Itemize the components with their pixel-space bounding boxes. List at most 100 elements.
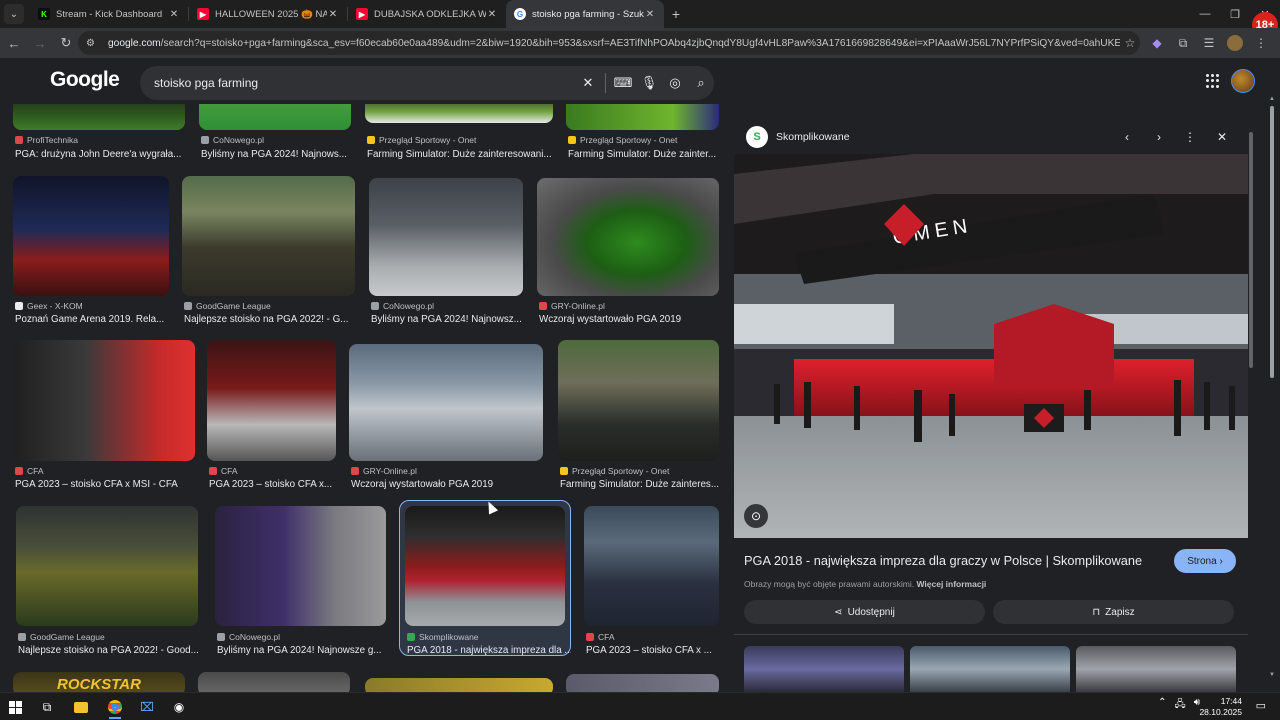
page-scrollbar[interactable]: ▲ ▼ [1268,96,1276,682]
tab-search-button[interactable]: ⌄ [4,4,24,24]
tab-youtube-dubajska[interactable]: ▶ DUBAJSKA ODKLEJKA WERSOW ✕ [348,0,506,28]
tab-google-search[interactable]: G stoisko pga farming - Szukaj w ✕ [506,0,664,28]
result-caption[interactable]: Najlepsze stoisko na PGA 2022! - Good... [18,645,200,656]
result-thumbnail[interactable]: ROCKSTAR [13,672,185,692]
address-bar[interactable]: ⚙ google.com/search?q=stoisko+pga+farmin… [78,31,1140,55]
result-caption[interactable]: PGA 2023 – stoisko CFA x MSI - CFA [15,479,197,490]
result-thumbnail[interactable] [13,176,169,296]
result-thumbnail[interactable] [215,506,386,626]
lens-search-icon[interactable]: ⊙ [744,504,768,528]
result-thumbnail[interactable] [349,344,543,461]
related-image[interactable] [910,646,1070,692]
taskbar-clock[interactable]: 17:44 28.10.2025 [1199,696,1242,718]
result-thumbnail[interactable] [207,340,336,461]
result-thumbnail[interactable] [16,506,198,626]
previous-icon[interactable]: ‹ [1117,127,1137,147]
result-caption[interactable]: Wczoraj wystartowało PGA 2019 [539,314,721,325]
scrollbar-thumb[interactable] [1270,106,1274,378]
extension-icon[interactable]: ◆ [1146,31,1168,55]
windows-start-icon[interactable] [4,697,26,717]
back-button[interactable]: ← [2,31,26,55]
profile-avatar[interactable] [1224,31,1246,55]
close-icon[interactable]: ✕ [327,9,339,20]
chrome-icon[interactable] [104,697,126,719]
reload-button[interactable]: ↻ [54,31,78,55]
browser-menu-icon[interactable]: ⋮ [1250,31,1272,55]
bookmark-star-icon[interactable]: ☆ [1120,36,1140,50]
task-view-icon[interactable]: ⧉ [36,697,58,717]
result-caption[interactable]: Byliśmy na PGA 2024! Najnowsze g... [217,645,388,656]
result-thumbnail[interactable] [182,176,355,296]
forward-button[interactable]: → [28,31,52,55]
obs-icon[interactable]: ◉ [168,697,190,717]
google-account-avatar[interactable] [1231,69,1255,93]
panel-scrollbar[interactable] [1249,132,1253,368]
network-icon[interactable]: 🖧︎ [1175,697,1186,714]
save-button[interactable]: ⊓ Zapisz [993,600,1234,624]
search-icon[interactable]: ⌕ [688,75,714,91]
close-icon[interactable]: ✕ [486,9,498,20]
reading-list-icon[interactable]: ☰ [1198,31,1220,55]
microphone-icon[interactable]: 🎙︎ [636,75,662,91]
site-info-icon[interactable]: ⚙ [86,38,100,49]
result-caption[interactable]: Byliśmy na PGA 2024! Najnows... [201,149,353,160]
result-thumbnail[interactable] [13,104,185,130]
share-button[interactable]: ⋖ Udostępnij [744,600,985,624]
result-thumbnail[interactable] [365,104,553,123]
search-input[interactable]: stoisko pga farming [154,76,575,90]
result-thumbnail[interactable] [537,178,719,296]
result-caption[interactable]: Byliśmy na PGA 2024! Najnowsz... [371,314,525,325]
more-options-icon[interactable]: ⋮ [1180,127,1200,147]
result-thumbnail[interactable] [13,340,195,461]
scroll-up-icon[interactable]: ▲ [1268,96,1276,102]
terminal-icon[interactable]: ⌧ [136,697,158,717]
result-thumbnail[interactable] [584,506,719,626]
maximize-button[interactable]: ❐ [1220,0,1250,28]
more-info-link[interactable]: Więcej informacji [916,579,986,589]
result-thumbnail[interactable] [566,674,719,692]
tab-kick[interactable]: K Stream - Kick Dashboard ✕ [30,0,188,28]
scroll-down-icon[interactable]: ▼ [1268,672,1276,678]
close-icon[interactable]: ✕ [168,9,180,20]
file-explorer-icon[interactable] [70,697,92,717]
new-tab-button[interactable]: + [664,6,688,22]
extensions-puzzle-icon[interactable]: ⧉ [1172,31,1194,55]
related-image[interactable] [744,646,904,692]
result-caption[interactable]: Farming Simulator: Duże zainteresowani..… [367,149,555,160]
result-thumbnail[interactable] [369,178,523,296]
search-box[interactable]: stoisko pga farming ✕ ⌨ 🎙︎ ◎ ⌕ [140,66,714,100]
google-logo[interactable]: Google [50,68,120,92]
result-caption[interactable]: Farming Simulator: Duże zainter... [568,149,721,160]
result-caption[interactable]: PGA 2023 – stoisko CFA x ... [586,645,721,656]
visit-site-button[interactable]: Strona › [1174,549,1236,573]
result-caption[interactable]: PGA 2023 – stoisko CFA x... [209,479,338,490]
result-caption[interactable]: PGA: drużyna John Deere'a wygrała... [15,149,187,160]
rockstar-logo-text: ROCKSTAR [57,675,141,693]
result-caption[interactable]: Wczoraj wystartowało PGA 2019 [351,479,545,490]
result-caption[interactable]: Farming Simulator: Duże zainteres... [560,479,721,490]
related-image[interactable] [1076,646,1236,692]
close-icon[interactable]: ✕ [644,9,656,20]
clear-icon[interactable]: ✕ [575,75,601,91]
minimize-button[interactable]: — [1190,0,1220,28]
result-thumbnail[interactable] [566,104,719,130]
tab-youtube-halloween[interactable]: ▶ HALLOWEEN 2025 🎃 NAJLEPSZ ✕ [189,0,347,28]
result-caption[interactable]: Poznań Game Arena 2019. Rela... [15,314,171,325]
result-thumbnail[interactable] [558,340,719,461]
preview-site-name[interactable]: Skomplikowane [776,131,850,143]
google-apps-icon[interactable] [1206,74,1220,88]
preview-title[interactable]: PGA 2018 - największa impreza dla graczy… [744,553,1164,568]
result-thumbnail[interactable] [365,678,553,692]
preview-image[interactable]: OMEN [734,154,1248,538]
tray-expand-icon[interactable]: ⌃ [1158,697,1166,714]
result-caption[interactable]: PGA 2018 - największa impreza dla ... [407,645,571,656]
result-thumbnail[interactable] [405,506,565,626]
keyboard-icon[interactable]: ⌨ [610,75,636,91]
result-caption[interactable]: Najlepsze stoisko na PGA 2022! - G... [184,314,357,325]
next-icon[interactable]: › [1149,127,1169,147]
close-icon[interactable]: ✕ [1212,127,1232,147]
result-thumbnail[interactable] [198,672,350,692]
lens-icon[interactable]: ◎ [662,75,688,91]
result-thumbnail[interactable] [199,104,351,130]
notification-icon[interactable]: ▭ [1256,699,1266,712]
